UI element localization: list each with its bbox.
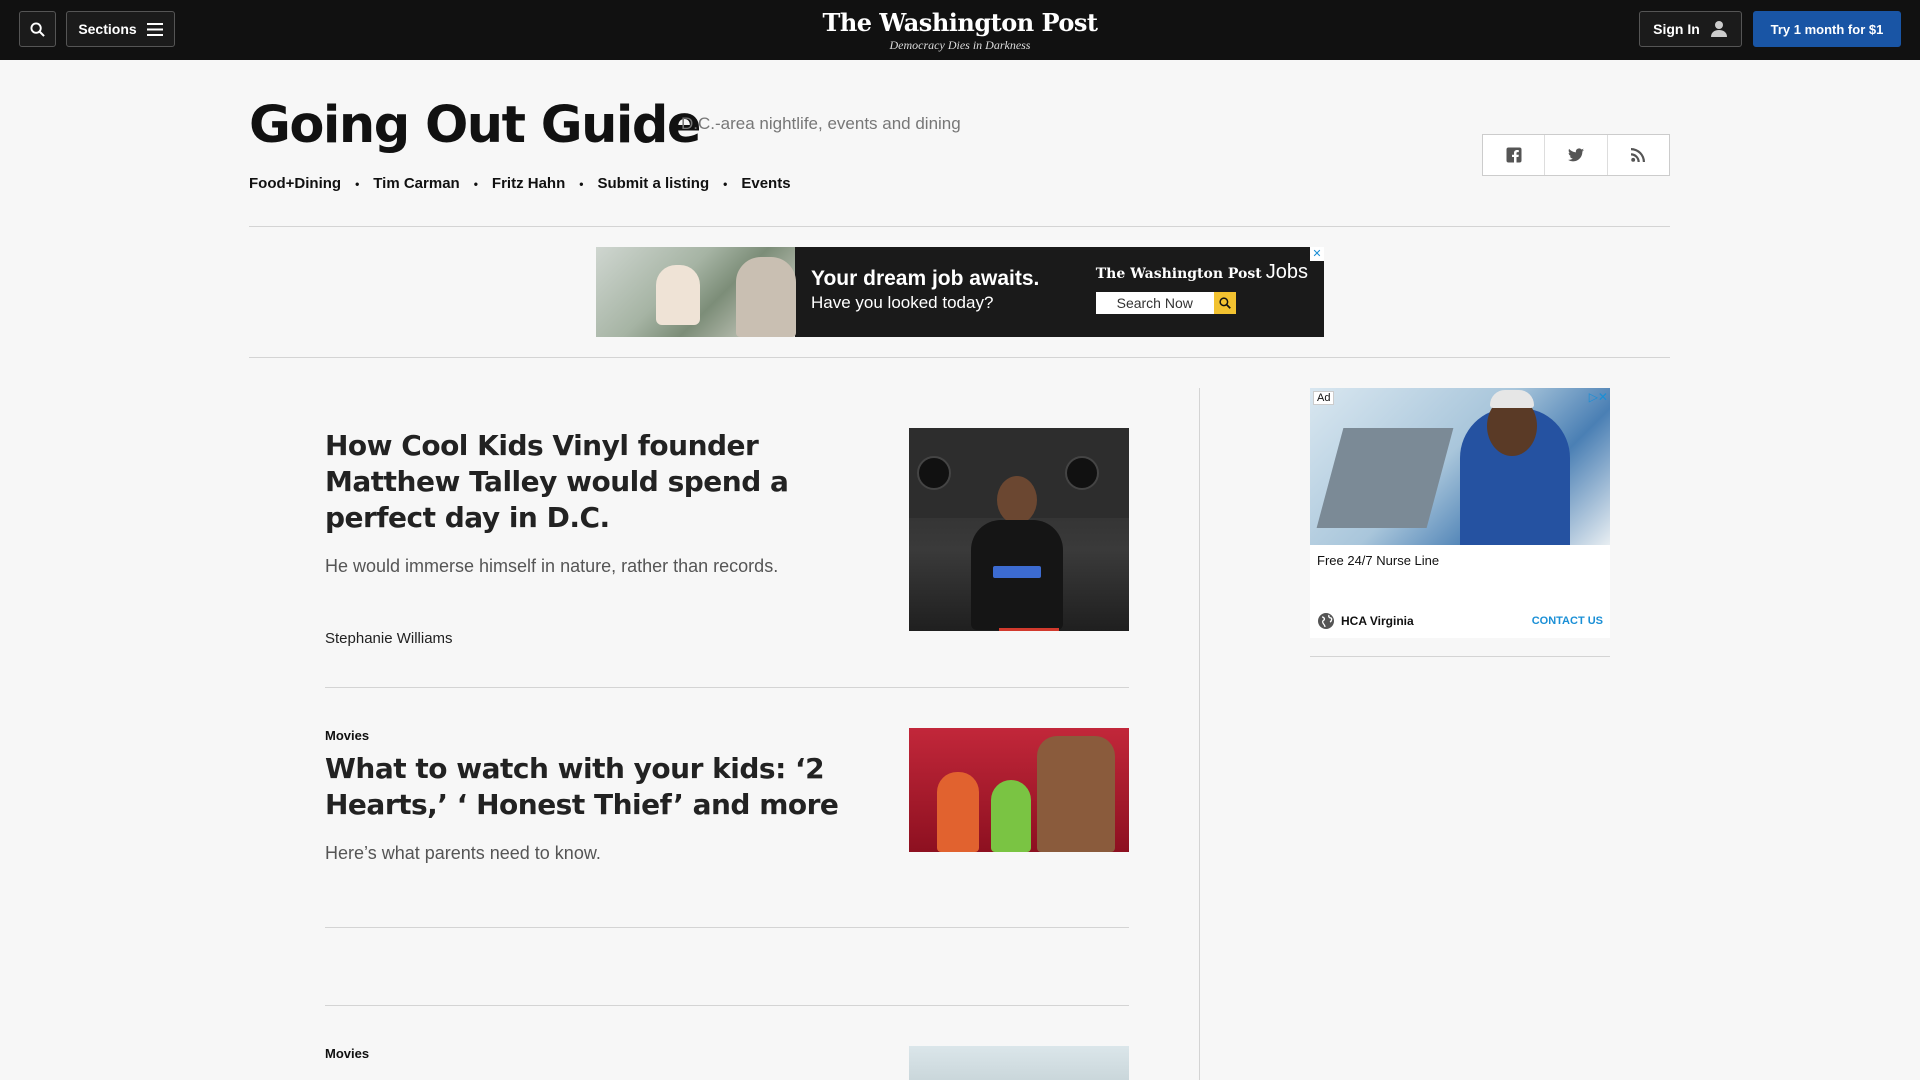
column-divider (1199, 388, 1200, 1080)
masthead-tagline: Democracy Dies in Darkness (889, 38, 1031, 52)
section-subtitle: D.C.-area nightlife, events and dining (681, 114, 961, 133)
article-byline[interactable]: Stephanie Williams (325, 630, 453, 647)
banner-ad-brand-area: The Washington Post Jobs Search Now (1095, 261, 1308, 314)
banner-ad-brand-name: The Washington Post (1095, 266, 1262, 282)
nav-separator: • (579, 176, 584, 191)
ad-label: Ad (1313, 391, 1335, 405)
article-rule (325, 1005, 1129, 1006)
article-card[interactable]: Movies (325, 1046, 1129, 1080)
banner-ad-headline: Your dream job awaits. (811, 267, 1040, 290)
nav-link-tim-carman[interactable]: Tim Carman (373, 175, 459, 192)
top-bar: Sections The Washington Post Democracy D… (0, 0, 1920, 60)
ad-choices-icon[interactable]: ▷✕ (1589, 390, 1608, 404)
facebook-icon (1506, 147, 1522, 163)
banner-ad-text: Your dream job awaits. Have you looked t… (795, 247, 1125, 337)
side-ad-title[interactable]: Free 24/7 Nurse Line (1310, 545, 1610, 576)
nav-separator: • (473, 176, 478, 191)
side-ad[interactable]: Ad ▷✕ Free 24/7 Nurse Line HCA Virginia … (1310, 388, 1610, 638)
user-icon (1710, 21, 1727, 37)
share-buttons (1482, 134, 1670, 176)
side-ad-rule (1310, 656, 1610, 657)
twitter-icon (1567, 148, 1584, 162)
article-thumbnail[interactable] (909, 728, 1129, 852)
article-thumbnail[interactable] (909, 428, 1129, 631)
sign-in-label: Sign In (1653, 21, 1700, 37)
banner-ad-photo (596, 247, 796, 337)
article-card[interactable]: How Cool Kids Vinyl founder Matthew Tall… (325, 428, 1129, 688)
jobs-banner-ad[interactable]: Your dream job awaits. Have you looked t… (596, 247, 1324, 337)
article-headline[interactable]: What to watch with your kids: ‘2 Hearts,… (325, 751, 845, 823)
ad-close-icon[interactable]: ✕ (1310, 247, 1324, 261)
banner-ad-search[interactable]: Search Now (1095, 292, 1308, 314)
article-headline[interactable]: How Cool Kids Vinyl founder Matthew Tall… (325, 428, 845, 536)
nav-separator: • (355, 176, 360, 191)
masthead-logo: The Washington Post (822, 8, 1098, 37)
header-rule (249, 226, 1670, 227)
nav-link-fritz-hahn[interactable]: Fritz Hahn (492, 175, 565, 192)
article-rule (325, 687, 1129, 688)
nav-separator: • (723, 176, 728, 191)
facebook-button[interactable] (1483, 135, 1546, 175)
nav-link-submit-listing[interactable]: Submit a listing (597, 175, 709, 192)
article-thumbnail[interactable] (909, 1046, 1129, 1080)
masthead[interactable]: The Washington Post Democracy Dies in Da… (0, 8, 1920, 53)
search-icon (1219, 297, 1231, 309)
banner-ad-search-button[interactable] (1213, 292, 1236, 314)
rss-button[interactable] (1608, 135, 1669, 175)
nav-link-food-dining[interactable]: Food+Dining (249, 175, 341, 192)
section-nav: Food+Dining • Tim Carman • Fritz Hahn • … (249, 175, 791, 192)
article-card[interactable]: Movies What to watch with your kids: ‘2 … (325, 728, 1129, 868)
sign-in-button[interactable]: Sign In (1639, 11, 1742, 47)
banner-ad-subline: Have you looked today? (811, 293, 994, 312)
rss-icon (1631, 148, 1646, 162)
banner-rule (249, 357, 1670, 358)
subscribe-button[interactable]: Try 1 month for $1 (1753, 11, 1901, 47)
banner-ad-brand: The Washington Post Jobs (1096, 261, 1308, 284)
twitter-button[interactable] (1545, 135, 1608, 175)
side-ad-image (1310, 388, 1610, 545)
banner-ad-search-label: Search Now (1095, 292, 1214, 314)
banner-ad-brand-suffix: Jobs (1265, 261, 1308, 283)
side-ad-footer: HCA Virginia CONTACT US (1317, 612, 1603, 630)
globe-icon (1318, 613, 1334, 629)
side-ad-advertiser: HCA Virginia (1341, 614, 1414, 628)
article-rule (325, 927, 1129, 928)
section-title: Going Out Guide (249, 96, 702, 155)
nav-link-events[interactable]: Events (741, 175, 790, 192)
side-ad-cta[interactable]: CONTACT US (1532, 615, 1603, 627)
